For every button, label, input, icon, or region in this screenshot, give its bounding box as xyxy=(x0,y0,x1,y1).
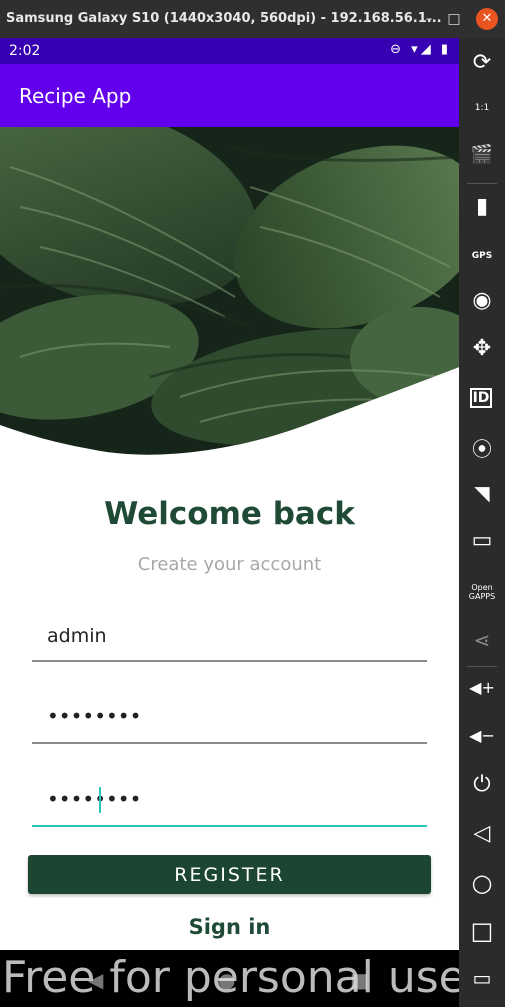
username-value: admin xyxy=(47,625,107,647)
cast-icon[interactable]: ◥ xyxy=(459,481,505,505)
leaf-hero-image xyxy=(0,127,459,455)
recents-icon[interactable]: □ xyxy=(459,917,505,945)
status-time: 2:02 xyxy=(9,43,41,59)
minimize-button[interactable]: – xyxy=(418,8,440,30)
emulator-toolbar: ⟳ 1:1 🎬 ▮ GPS ◉ ✥ ID ⦿ ◥ ▭ Open GAPPS ⋖ … xyxy=(459,38,505,1007)
status-bar: 2:02 ⊖ ▾◢ ▮ xyxy=(0,38,459,64)
rotate-icon[interactable]: ⟳ xyxy=(459,50,505,75)
register-button[interactable]: REGISTER xyxy=(28,855,431,894)
subtitle-text: Create your account xyxy=(137,554,322,575)
menu-icon[interactable]: ▭ xyxy=(459,966,505,990)
welcome-heading: Welcome back xyxy=(104,496,355,532)
sms-icon[interactable]: ▭ xyxy=(459,528,505,553)
status-icons: ⊖ ▾◢ ▮ xyxy=(390,42,451,57)
app-bar: Recipe App xyxy=(0,64,459,127)
window-title: Samsung Galaxy S10 (1440x3040, 560dpi) -… xyxy=(6,11,442,26)
toolbar-divider xyxy=(467,183,497,184)
id-icon[interactable]: ID xyxy=(470,388,492,408)
opengapps-icon[interactable]: Open GAPPS xyxy=(467,583,497,601)
screencast-icon[interactable]: 🎬 xyxy=(459,144,505,165)
phone-screen: 2:02 ⊖ ▾◢ ▮ Recipe App Welcome back Crea… xyxy=(0,38,459,950)
share-icon[interactable]: ⋖ xyxy=(459,628,505,652)
password-field[interactable]: •••••••• xyxy=(32,694,427,744)
power-icon[interactable]: ⏻ xyxy=(459,772,505,797)
volume-down-icon[interactable]: ◀− xyxy=(459,726,505,745)
maximize-button[interactable]: □ xyxy=(443,8,465,30)
gps-icon[interactable]: GPS xyxy=(459,251,505,261)
media-icon[interactable]: ⦿ xyxy=(459,433,505,462)
username-field[interactable]: admin xyxy=(32,612,427,662)
confirm-password-field[interactable]: •••••••• xyxy=(32,777,427,827)
sign-in-link[interactable]: Sign in xyxy=(0,915,459,939)
battery-icon[interactable]: ▮ xyxy=(459,194,505,219)
password-value: •••••••• xyxy=(47,704,142,728)
emulator-title-bar: Samsung Galaxy S10 (1440x3040, 560dpi) -… xyxy=(0,0,505,38)
toolbar-divider xyxy=(467,666,497,667)
home-icon[interactable]: ○ xyxy=(459,869,505,897)
volume-up-icon[interactable]: ◀+ xyxy=(459,678,505,697)
app-title: Recipe App xyxy=(19,84,132,108)
confirm-password-value: •••••••• xyxy=(47,787,142,811)
camera-icon[interactable]: ◉ xyxy=(459,288,505,313)
watermark-text: Free for personal use xyxy=(2,952,466,1003)
back-icon[interactable]: ◁ xyxy=(459,821,505,846)
move-icon[interactable]: ✥ xyxy=(459,336,505,361)
text-cursor xyxy=(99,787,101,813)
scale-icon[interactable]: 1:1 xyxy=(459,103,505,113)
close-button[interactable]: ✕ xyxy=(476,8,498,30)
